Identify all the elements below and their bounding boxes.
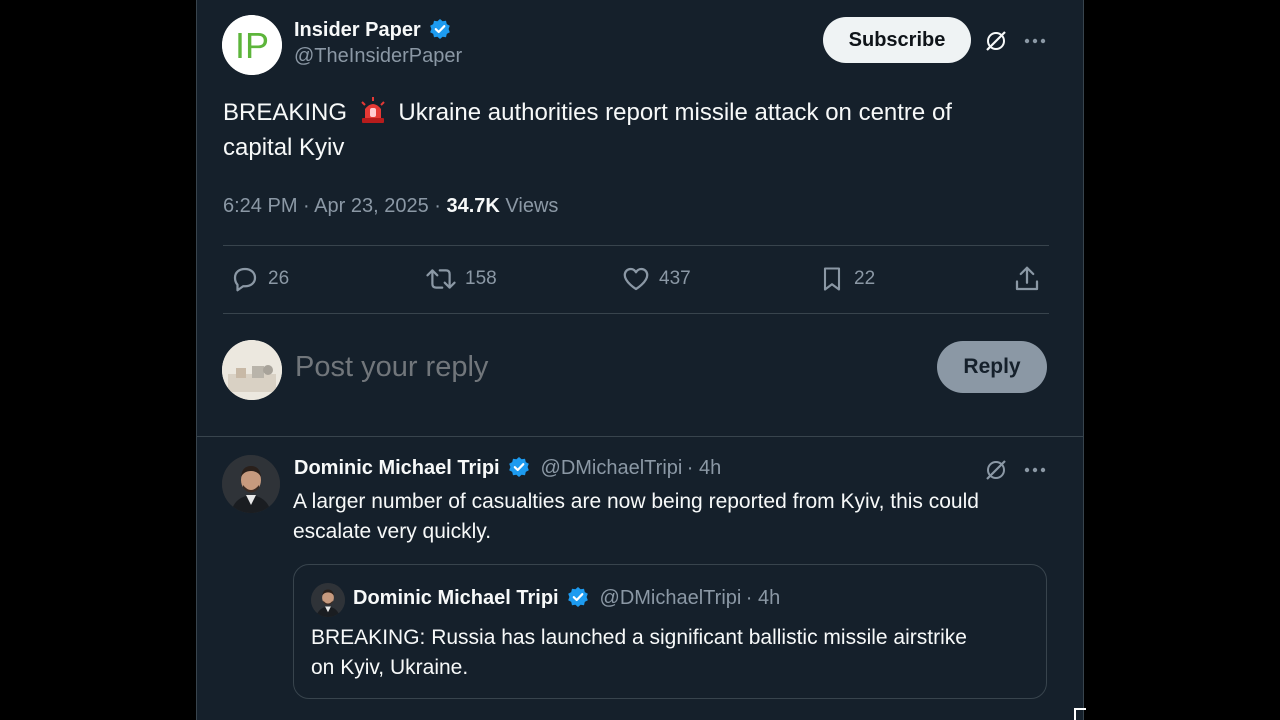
quote-text: BREAKING: Russia has launched a signific…: [311, 623, 1031, 683]
tweet-prefix: BREAKING: [223, 99, 348, 126]
grok-button[interactable]: [981, 28, 1011, 54]
reply-separator: ·: [686, 457, 699, 479]
reply-button[interactable]: Reply: [937, 341, 1047, 393]
reply-line1: A larger number of casualties are now be…: [293, 490, 979, 513]
author-name[interactable]: Insider Paper: [294, 19, 421, 41]
tweet-line2: capital Kyiv: [223, 134, 345, 161]
reply-more-button[interactable]: [1021, 457, 1049, 483]
meta-separator: ·: [434, 195, 447, 217]
views-label: Views: [505, 195, 559, 217]
quote-header: Dominic Michael Tripi @DMichaelTripi · 4…: [353, 586, 780, 610]
reply-count: 26: [268, 268, 290, 289]
reply-avatar-image: [222, 455, 280, 513]
quote-line1: BREAKING: Russia has launched a signific…: [311, 626, 967, 649]
more-icon: [1024, 467, 1046, 473]
verified-icon: [509, 457, 529, 477]
more-icon: [1024, 38, 1046, 44]
divider-thread: [197, 436, 1083, 437]
divider-top: [223, 245, 1049, 246]
reply-author-handle[interactable]: @DMichaelTripi: [541, 457, 683, 479]
reply-icon: [233, 267, 257, 292]
reply-line2: escalate very quickly.: [293, 520, 492, 543]
reply-header: Dominic Michael Tripi @DMichaelTripi · 4…: [294, 456, 721, 480]
tweet-line1: Ukraine authorities report missile attac…: [398, 99, 952, 126]
more-button[interactable]: [1021, 28, 1049, 54]
meta-separator: ·: [303, 195, 315, 217]
reply-input[interactable]: Post your reply: [295, 345, 895, 389]
quote-author-handle: @DMichaelTripi: [599, 587, 742, 609]
author-avatar[interactable]: IP: [222, 15, 282, 75]
repost-icon: [426, 269, 456, 289]
share-icon: [1015, 266, 1039, 291]
share-action[interactable]: [1012, 264, 1050, 294]
repost-action[interactable]: 158: [425, 264, 497, 294]
reply-time[interactable]: 4h: [699, 457, 721, 479]
author-name-row[interactable]: Insider Paper: [294, 18, 462, 42]
bookmark-icon: [823, 267, 841, 291]
verified-icon: [568, 587, 588, 607]
repost-count: 158: [465, 268, 497, 289]
logo-text: IP: [235, 25, 269, 66]
quote-separator: ·: [745, 587, 758, 609]
tweet-text-line1: BREAKING Ukraine authorities report miss…: [223, 95, 1043, 130]
tweet-meta: 6:24 PM · Apr 23, 2025 · 34.7K Views: [223, 195, 558, 218]
reply-action[interactable]: 26: [230, 264, 289, 294]
tweet-text: BREAKING Ukraine authorities report miss…: [223, 95, 1043, 165]
bookmark-count: 22: [854, 268, 876, 289]
tweet-date[interactable]: Apr 23, 2025: [314, 195, 429, 217]
quote-author-avatar: [311, 583, 345, 617]
quote-line2: on Kyiv, Ukraine.: [311, 656, 469, 679]
divider-actions: [223, 313, 1049, 314]
siren-emoji: [358, 96, 388, 124]
reply-author-avatar[interactable]: [222, 455, 280, 513]
like-count: 437: [659, 268, 691, 289]
tweet-panel: IP Insider Paper @TheInsiderPaper Subscr…: [196, 0, 1084, 720]
reply-text: A larger number of casualties are now be…: [293, 487, 1053, 547]
grok-icon: [986, 460, 1006, 480]
subscribe-button[interactable]: Subscribe: [823, 17, 971, 63]
like-action[interactable]: 437: [621, 264, 691, 294]
quote-time: 4h: [758, 587, 781, 609]
views-count: 34.7K: [446, 195, 500, 217]
user-avatar-image: [222, 340, 282, 400]
like-icon: [623, 267, 649, 291]
tweet-time[interactable]: 6:24 PM: [223, 195, 297, 217]
author-block: Insider Paper @TheInsiderPaper: [294, 18, 462, 68]
quote-avatar-image: [311, 583, 345, 617]
bookmark-action[interactable]: 22: [818, 264, 875, 294]
insider-paper-logo: IP: [222, 15, 282, 75]
siren-icon: [360, 97, 385, 123]
verified-icon: [430, 19, 450, 39]
current-user-avatar[interactable]: [222, 340, 282, 400]
author-handle[interactable]: @TheInsiderPaper: [294, 45, 462, 68]
quoted-tweet[interactable]: Dominic Michael Tripi @DMichaelTripi · 4…: [293, 564, 1047, 699]
grok-icon: [986, 31, 1006, 51]
resize-corner: [1074, 708, 1086, 720]
reply-grok-button[interactable]: [981, 457, 1011, 483]
reply-author-name[interactable]: Dominic Michael Tripi: [294, 457, 500, 479]
quote-author-name: Dominic Michael Tripi: [353, 587, 559, 609]
